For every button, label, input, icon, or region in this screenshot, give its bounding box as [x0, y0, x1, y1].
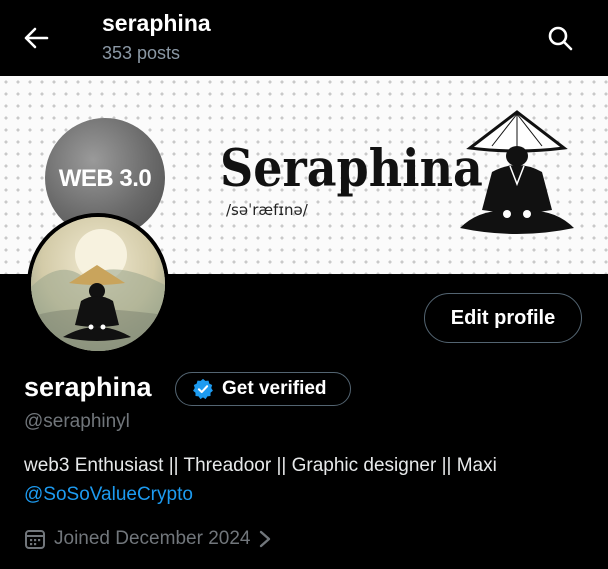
avatar-monk-image: [31, 217, 165, 351]
verified-badge-icon: [193, 378, 213, 400]
edit-profile-button[interactable]: Edit profile: [424, 293, 582, 343]
bio-mention-link[interactable]: @SoSoValueCrypto: [24, 484, 193, 506]
profile-bio: web3 Enthusiast || Threadoor || Graphic …: [24, 455, 497, 476]
arrow-left-icon: [24, 27, 49, 49]
back-button[interactable]: [18, 22, 54, 54]
top-bar: seraphina 353 posts: [0, 0, 608, 76]
search-icon: [548, 26, 573, 51]
profile-handle: @seraphinyl: [24, 411, 130, 432]
get-verified-label: Get verified: [222, 378, 327, 399]
web3-badge-text: WEB 3.0: [58, 165, 152, 192]
banner-phonetic: /səˈræfɪnə/: [226, 201, 308, 219]
search-button[interactable]: [542, 22, 578, 54]
chevron-right-icon: [260, 530, 271, 548]
banner-brand-name: Seraphina: [220, 138, 483, 199]
profile-name: seraphina: [24, 372, 152, 402]
post-count: 353 posts: [102, 43, 181, 63]
joined-date-text: Joined December 2024: [54, 528, 251, 549]
get-verified-button[interactable]: Get verified: [175, 372, 351, 406]
page-title: seraphina: [102, 10, 211, 36]
profile-avatar[interactable]: [27, 213, 169, 355]
calendar-icon: [25, 530, 45, 549]
joined-date[interactable]: Joined December 2024: [24, 528, 272, 550]
meditating-monk-illustration: [460, 110, 574, 234]
